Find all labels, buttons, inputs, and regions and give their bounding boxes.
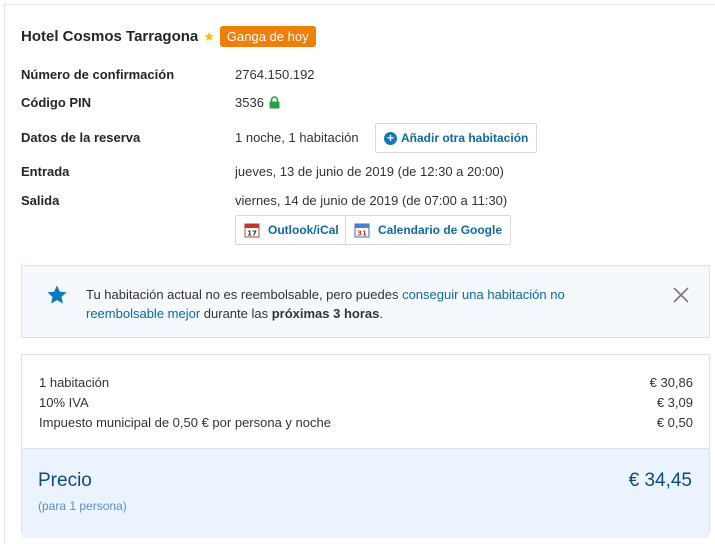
checkout-date: viernes, 14 de junio de 2019 (de 07:00 a…: [235, 193, 508, 208]
add-room-button[interactable]: + Añadir otra habitación: [375, 123, 538, 153]
add-room-label: Añadir otra habitación: [401, 131, 529, 145]
refund-notice: Tu habitación actual no es reembolsable,…: [21, 265, 710, 338]
hotel-header: Hotel Cosmos Tarragona ★ Ganga de hoy: [21, 26, 316, 47]
total-price-note: (para 1 persona): [38, 499, 127, 513]
price-row-vat: 10% IVA € 3,09: [39, 395, 693, 410]
checkin-date: jueves, 13 de junio de 2019 (de 12:30 a …: [235, 164, 504, 179]
star-icon: ★: [203, 29, 215, 44]
outlook-ical-button[interactable]: 17 Outlook/iCal: [235, 215, 348, 245]
pin-value-wrap: 3536: [235, 95, 280, 110]
price-row-value: € 0,50: [656, 415, 693, 430]
price-breakdown: 1 habitación € 30,86 10% IVA € 3,09 Impu…: [21, 354, 710, 538]
booking-label: Datos de la reserva: [21, 130, 141, 145]
price-row-label: 10% IVA: [39, 395, 89, 410]
svg-text:31: 31: [357, 230, 367, 238]
notice-time-window: próximas 3 horas: [271, 306, 380, 321]
notice-text-part: .: [379, 306, 383, 321]
checkin-label: Entrada: [21, 164, 70, 179]
calendar-icon: 17: [244, 222, 260, 238]
price-row-label: 1 habitación: [39, 375, 110, 390]
google-calendar-icon: 31: [354, 222, 370, 238]
google-calendar-label: Calendario de Google: [378, 223, 503, 237]
price-row-room: 1 habitación € 30,86: [39, 375, 693, 390]
notice-text: Tu habitación actual no es reembolsable,…: [86, 285, 616, 323]
pin-label: Código PIN: [21, 95, 92, 110]
price-row-city-tax: Impuesto municipal de 0,50 € por persona…: [39, 415, 693, 430]
svg-text:17: 17: [247, 230, 257, 238]
confirmation-label: Número de confirmación: [21, 67, 175, 82]
total-price-value: € 34,45: [628, 470, 692, 491]
checkout-label: Salida: [21, 193, 60, 208]
price-row-label: Impuesto municipal de 0,50 € por persona…: [39, 415, 331, 430]
star-icon: [46, 284, 68, 306]
hotel-name[interactable]: Hotel Cosmos Tarragona: [21, 28, 198, 45]
lock-icon: [269, 96, 280, 109]
confirmation-number: 2764.150.192: [235, 67, 315, 82]
booking-summary: 1 noche, 1 habitación: [235, 130, 359, 145]
price-row-value: € 30,86: [649, 375, 693, 390]
plus-circle-icon: +: [384, 131, 397, 145]
close-icon[interactable]: [672, 286, 690, 304]
notice-text-part: durante las: [200, 306, 272, 321]
price-row-value: € 3,09: [656, 395, 693, 410]
total-price-band: Precio € 34,45 (para 1 persona): [22, 448, 709, 538]
google-calendar-button[interactable]: 31 Calendario de Google: [345, 215, 512, 245]
total-price-label: Precio: [38, 470, 92, 491]
pin-code: 3536: [235, 95, 264, 110]
outlook-ical-label: Outlook/iCal: [268, 223, 339, 237]
notice-text-part: Tu habitación actual no es reembolsable,…: [86, 287, 403, 302]
deal-badge: Ganga de hoy: [219, 26, 316, 47]
